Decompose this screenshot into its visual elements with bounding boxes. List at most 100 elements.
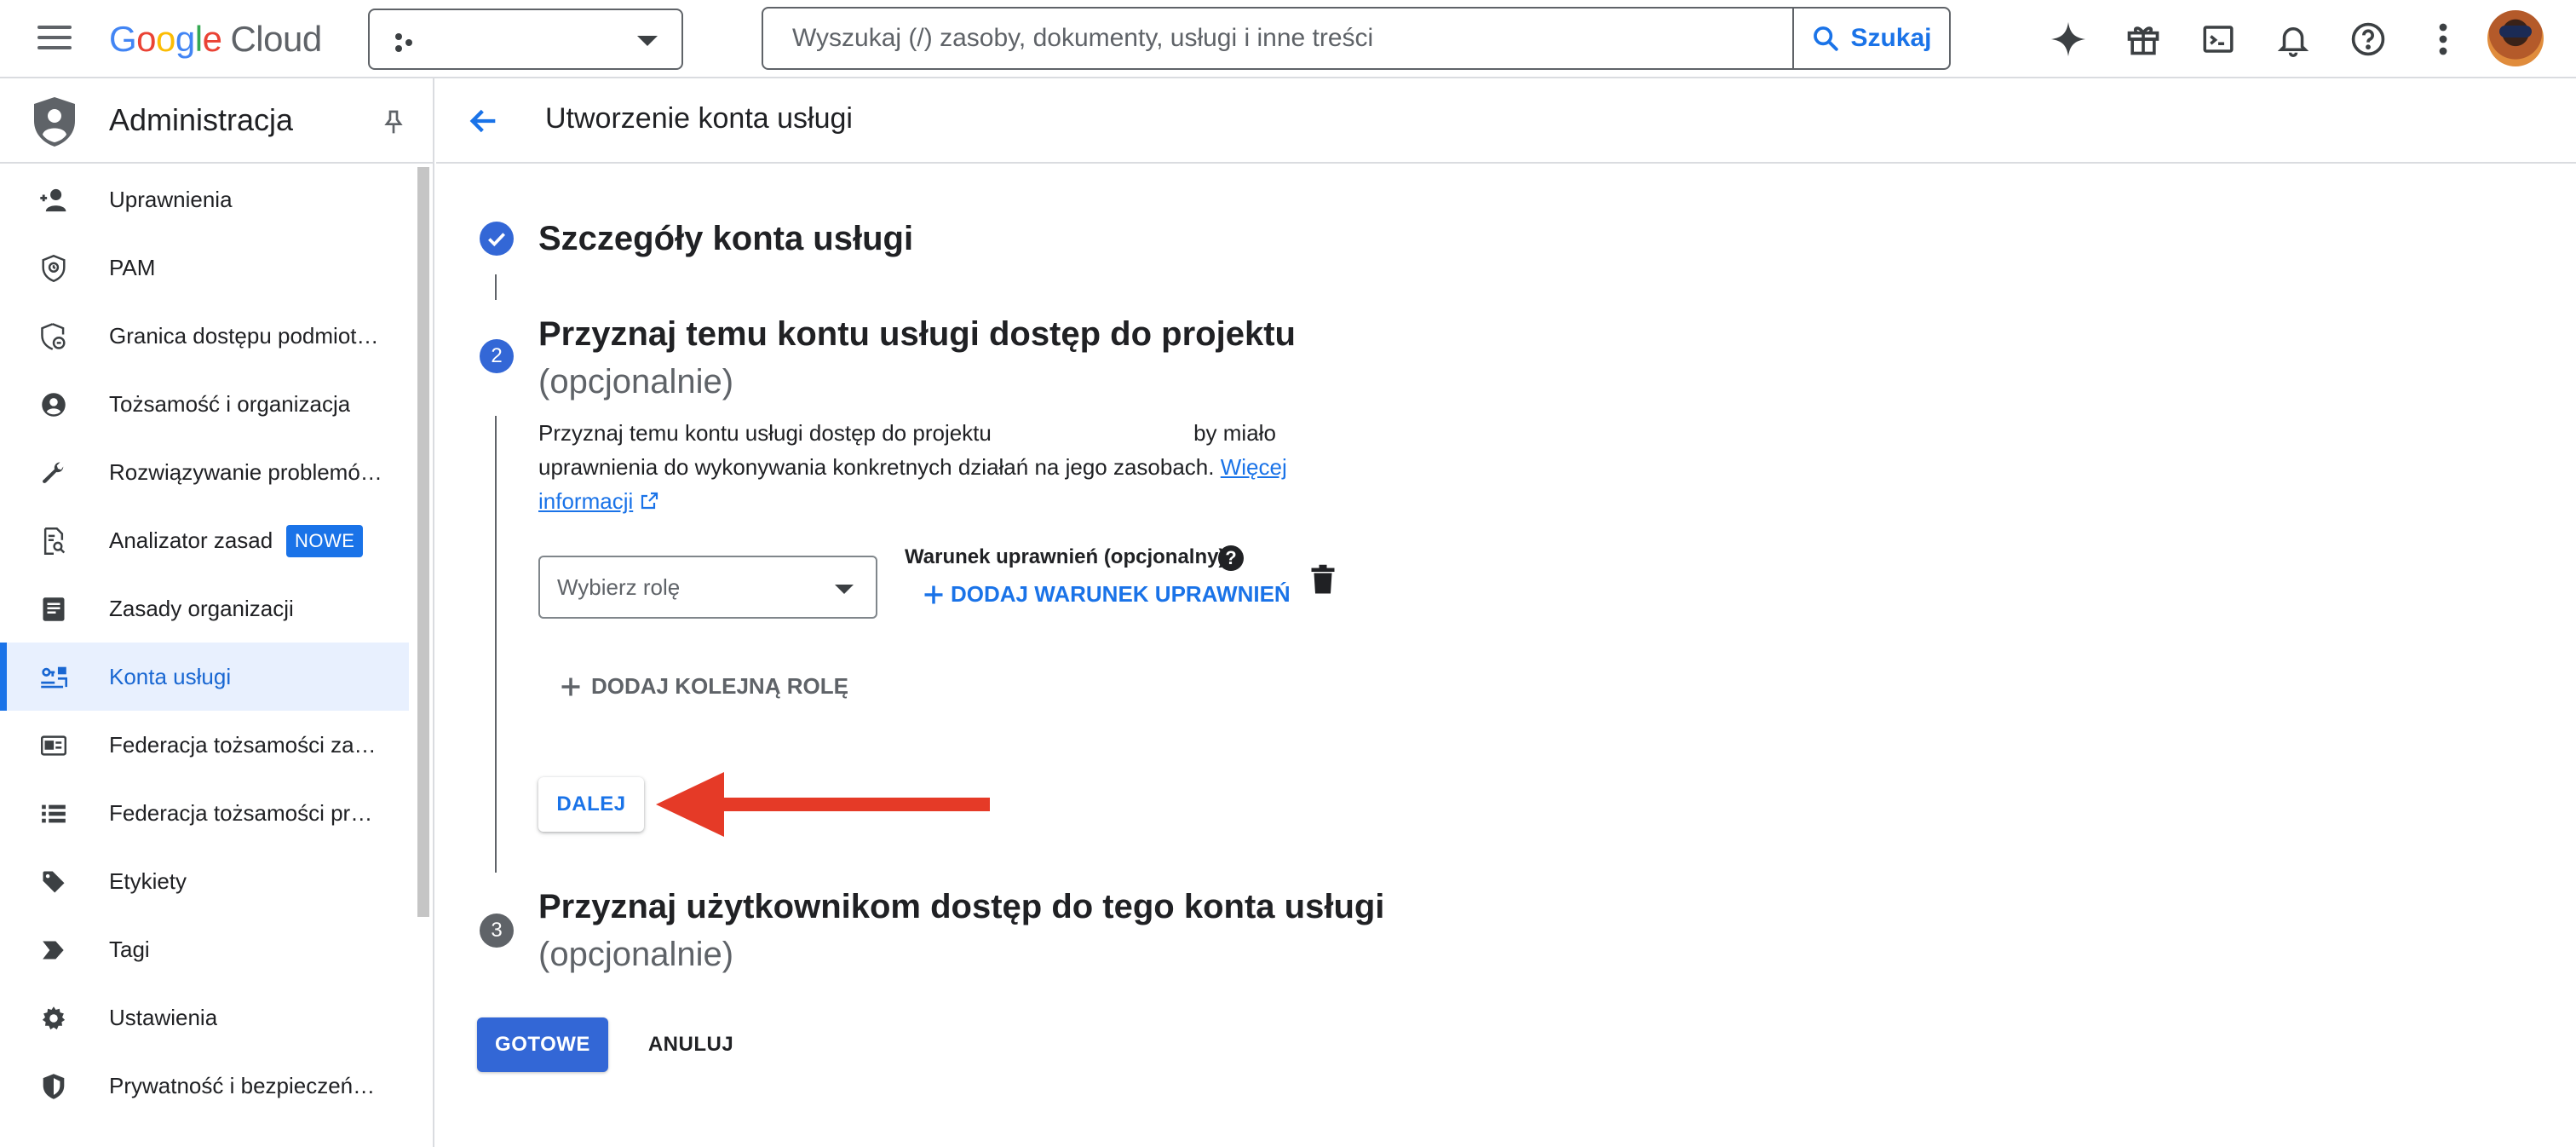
plus-icon: [561, 677, 580, 695]
annotation-arrow: [656, 772, 990, 837]
person-add-icon: [39, 186, 68, 215]
role-select-dropdown[interactable]: Wybierz rolę: [538, 556, 877, 619]
sidebar-item-ustawienia[interactable]: Ustawienia: [0, 983, 409, 1052]
cloud-shell-icon[interactable]: [2196, 17, 2240, 61]
page-title: Utworzenie konta usługi: [545, 102, 853, 135]
new-badge: NOWE: [286, 525, 364, 557]
project-picker[interactable]: [368, 9, 683, 70]
back-arrow-icon[interactable]: [467, 104, 501, 138]
gift-icon[interactable]: [2121, 17, 2165, 61]
sidebar-item-label: Tożsamość i organizacja: [109, 390, 351, 417]
condition-label: Warunek uprawnień (opcjonalny): [905, 545, 1226, 568]
sidebar-item-prywatnosc-bezpieczenstwo[interactable]: Prywatność i bezpieczeńs…: [0, 1052, 409, 1120]
sidebar-scrollbar[interactable]: [417, 167, 429, 917]
search-bar: Szukaj: [762, 7, 1951, 70]
admin-shield-icon: [34, 97, 75, 147]
add-condition-button[interactable]: DODAJ WARUNEK UPRAWNIEŃ: [922, 581, 1291, 608]
sidebar-item-etykiety[interactable]: Etykiety: [0, 847, 409, 915]
step-2-description: Przyznaj temu kontu usługi dostęp do pro…: [538, 416, 1305, 518]
add-another-role-button[interactable]: DODAJ KOLEJNĄ ROLĘ: [559, 673, 848, 700]
sidebar-item-uprawnienia[interactable]: Uprawnienia: [0, 165, 409, 233]
tag-chevron-icon: [39, 936, 68, 965]
id-card-icon: [39, 731, 68, 760]
stepper-connector: [495, 416, 497, 873]
step-3-subtitle: (opcjonalnie): [538, 936, 734, 973]
sidebar-item-label: Konta usługi: [109, 663, 232, 689]
search-input[interactable]: [765, 10, 1791, 66]
search-icon: [1814, 26, 1839, 51]
list-icon: [39, 799, 68, 828]
sidebar-item-federacja-tozsamosci-pracownikow[interactable]: Federacja tożsamości pra…: [0, 779, 409, 847]
sidebar-item-label: Etykiety: [109, 867, 187, 894]
step-1-title[interactable]: Szczegóły konta usługi: [538, 215, 913, 262]
sidebar-item-tagi[interactable]: Tagi: [0, 915, 409, 983]
sidebar-header: Administracja: [0, 78, 433, 164]
external-link-icon: [641, 492, 658, 510]
document-icon: [39, 595, 68, 624]
page-header: Utworzenie konta usługi: [436, 78, 2576, 164]
top-app-bar: GoogleCloud Szukaj: [0, 0, 2576, 78]
account-circle-icon: [39, 390, 68, 419]
pin-icon[interactable]: [380, 107, 407, 136]
logo-cloud-text: Cloud: [230, 19, 322, 59]
sidebar-item-pam[interactable]: PAM: [0, 233, 409, 302]
sidebar-item-label: Federacja tożsamości pra…: [109, 799, 383, 826]
help-icon[interactable]: ?: [1218, 545, 1244, 571]
label-tag-icon: [39, 867, 68, 896]
sidebar-item-label: Zasady organizacji: [109, 595, 294, 621]
sidebar-item-zasady-organizacji[interactable]: Zasady organizacji: [0, 574, 409, 643]
role-select-placeholder: Wybierz rolę: [557, 574, 681, 600]
menu-icon[interactable]: [37, 26, 72, 53]
continue-button[interactable]: DALEJ: [538, 777, 644, 832]
gemini-sparkle-icon[interactable]: [2046, 17, 2090, 61]
sidebar-item-tozsamosc[interactable]: Tożsamość i organizacja: [0, 370, 409, 438]
notifications-bell-icon[interactable]: [2271, 17, 2315, 61]
step-3-number: 3: [480, 914, 514, 948]
step-2-number: 2: [480, 339, 514, 373]
sidebar-item-label: Prywatność i bezpieczeńs…: [109, 1072, 383, 1098]
policy-analyzer-icon: [39, 527, 68, 556]
description-text-part1: Przyznaj temu kontu usługi dostęp do pro…: [538, 420, 992, 446]
sidebar-item-rozwiazywanie-problemow[interactable]: Rozwiązywanie problemó…: [0, 438, 409, 506]
more-vert-icon[interactable]: [2421, 17, 2465, 61]
delete-trash-icon[interactable]: [1310, 564, 1336, 595]
search-button-label: Szukaj: [1850, 24, 1932, 52]
sidebar-item-label: Rozwiązywanie problemó…: [109, 458, 382, 485]
service-account-icon: [39, 663, 68, 692]
done-button[interactable]: GOTOWE: [477, 1017, 608, 1072]
cancel-button[interactable]: ANULUJ: [639, 1017, 743, 1072]
sidebar-item-label: Federacja tożsamości za…: [109, 731, 377, 758]
step-2-title: Przyznaj temu kontu usługi dostęp do pro…: [538, 315, 1296, 353]
sidebar-item-konta-uslugi[interactable]: Konta usługi: [0, 643, 409, 711]
search-button[interactable]: Szukaj: [1792, 9, 1949, 68]
google-cloud-logo[interactable]: Google Cloud: [109, 19, 322, 60]
chevron-down-icon: [637, 36, 658, 46]
sidebar-item-label: Uprawnienia: [109, 186, 233, 212]
sidebar-item-federacja-tozsamosci-zadan[interactable]: Federacja tożsamości za…: [0, 711, 409, 779]
step-1-check-icon: [480, 222, 514, 256]
sidebar: Administracja Uprawnienia PAM Granica do…: [0, 78, 434, 1147]
sidebar-item-granica-dostepu[interactable]: Granica dostępu podmiot…: [0, 302, 409, 370]
avatar[interactable]: [2487, 10, 2544, 66]
plus-icon: [924, 585, 943, 603]
privacy-shield-icon: [39, 1072, 68, 1101]
step-3-title[interactable]: Przyznaj użytkownikom dostęp do tego kon…: [538, 883, 1384, 931]
gear-icon: [39, 1004, 68, 1033]
stepper-connector: [495, 274, 497, 300]
add-another-role-label: DODAJ KOLEJNĄ ROLĘ: [591, 673, 848, 699]
sidebar-item-label: Tagi: [109, 936, 150, 962]
sidebar-item-label: Granica dostępu podmiot…: [109, 322, 379, 349]
sidebar-item-analizator-zasad[interactable]: Analizator zasad NOWE: [0, 506, 409, 574]
wrench-icon: [39, 458, 68, 487]
sidebar-nav: Uprawnienia PAM Granica dostępu podmiot……: [0, 165, 409, 1120]
sidebar-item-label: Analizator zasad: [109, 527, 273, 553]
sidebar-item-label: PAM: [109, 254, 156, 280]
sidebar-item-label: Ustawienia: [109, 1004, 218, 1030]
logo-google-text: Google: [109, 19, 222, 59]
step-2-subtitle: (opcjonalnie): [538, 363, 734, 401]
help-icon[interactable]: [2346, 17, 2390, 61]
security-boundary-icon: [39, 322, 68, 351]
shield-clock-icon: [39, 254, 68, 283]
sidebar-title: Administracja: [109, 102, 294, 137]
chevron-down-icon: [835, 585, 854, 594]
